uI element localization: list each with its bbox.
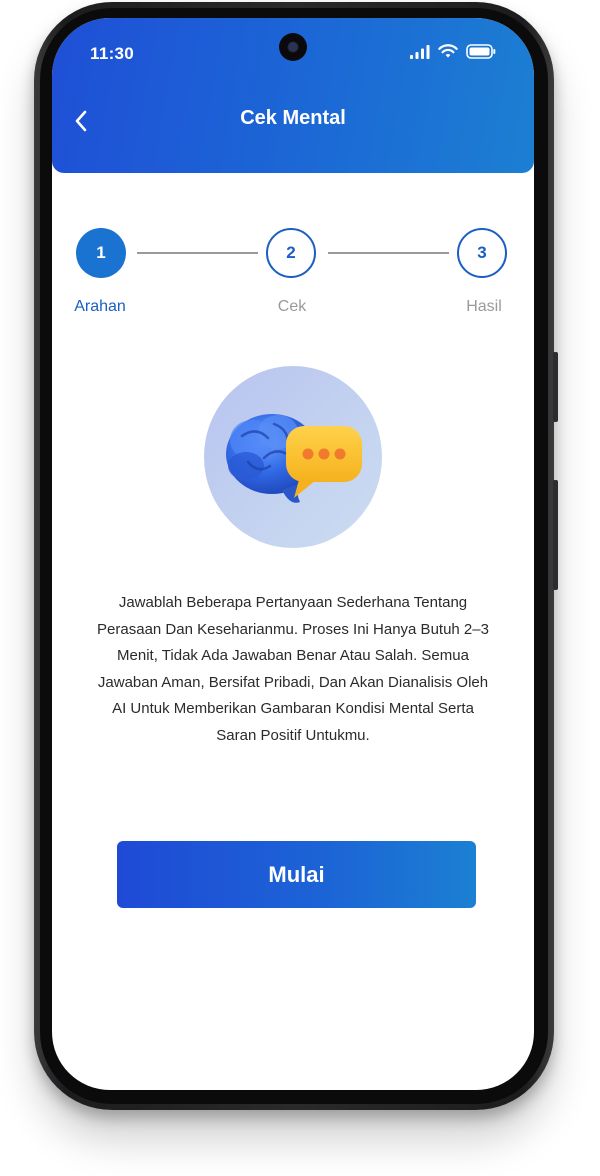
battery-icon	[466, 44, 496, 59]
wifi-icon	[438, 44, 458, 58]
step-2-indicator: 2	[266, 228, 316, 278]
progress-stepper: 1 2 3 Arahan Cek Hasil	[52, 210, 534, 315]
step-connector	[137, 252, 258, 254]
status-icons	[410, 44, 496, 59]
status-time: 11:30	[90, 44, 135, 63]
power-button	[553, 480, 558, 590]
step-connector	[328, 252, 449, 254]
start-button[interactable]: Mulai	[117, 841, 476, 908]
step-3-indicator: 3	[457, 228, 507, 278]
front-camera	[279, 33, 307, 61]
step-2-label: Cek	[277, 298, 307, 315]
page-title: Cek Mental	[240, 107, 346, 129]
instruction-text: Jawablah Beberapa Pertanyaan Sederhana T…	[97, 594, 489, 744]
step-1-label: Arahan	[74, 298, 126, 315]
app-screen: 11:30 Cek Mental 1 2 3 Arahan Cek Hasil …	[52, 18, 534, 1090]
step-3-label: Hasil	[466, 298, 502, 315]
step-1-indicator: 1	[76, 228, 126, 278]
illustration-circle	[204, 366, 382, 548]
app-header: 11:30 Cek Mental	[52, 18, 534, 173]
signal-icon	[410, 44, 430, 59]
brain-chat-bubble-icon	[226, 414, 362, 503]
volume-button	[553, 352, 558, 422]
